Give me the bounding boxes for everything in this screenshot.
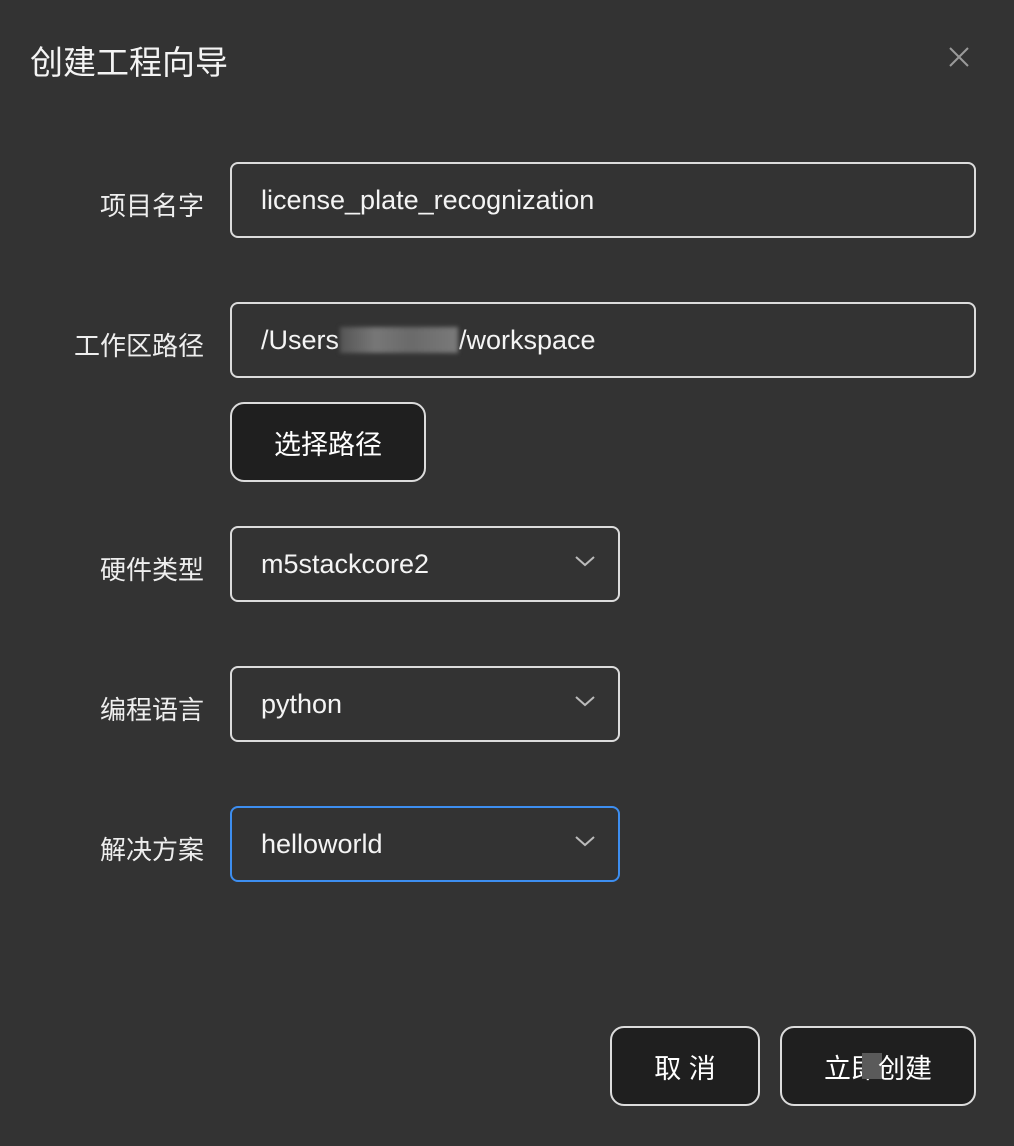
chevron-down-icon [575, 836, 595, 847]
create-label-suffix: 创建 [878, 1053, 932, 1084]
solution-label: 解决方案 [99, 835, 204, 865]
workspace-label: 工作区路径 [73, 331, 204, 361]
cancel-button[interactable]: 取 消 [610, 1026, 760, 1106]
language-select[interactable]: python [230, 666, 620, 742]
create-button[interactable]: 立即 创建 [780, 1026, 976, 1106]
choose-path-button[interactable]: 选择路径 [230, 402, 426, 482]
dialog-title: 创建工程向导 [30, 44, 228, 81]
project-name-label: 项目名字 [99, 191, 204, 221]
solution-value: helloworld [261, 828, 383, 859]
project-name-input[interactable]: license_plate_recognization [230, 162, 976, 238]
chevron-down-icon [575, 556, 595, 567]
hardware-select[interactable]: m5stackcore2 [230, 526, 620, 602]
project-name-value: license_plate_recognization [261, 184, 595, 215]
chevron-down-icon [575, 696, 595, 707]
redacted-username [340, 327, 459, 353]
workspace-suffix: /workspace [459, 324, 596, 355]
solution-select[interactable]: helloworld [230, 806, 620, 882]
language-value: python [261, 688, 343, 719]
hardware-label: 硬件类型 [99, 555, 204, 585]
close-icon[interactable] [944, 42, 974, 72]
workspace-prefix: /Users [261, 324, 340, 355]
language-label: 编程语言 [99, 695, 204, 725]
hardware-value: m5stackcore2 [261, 548, 430, 579]
workspace-input[interactable]: /Users/workspace [230, 302, 976, 378]
